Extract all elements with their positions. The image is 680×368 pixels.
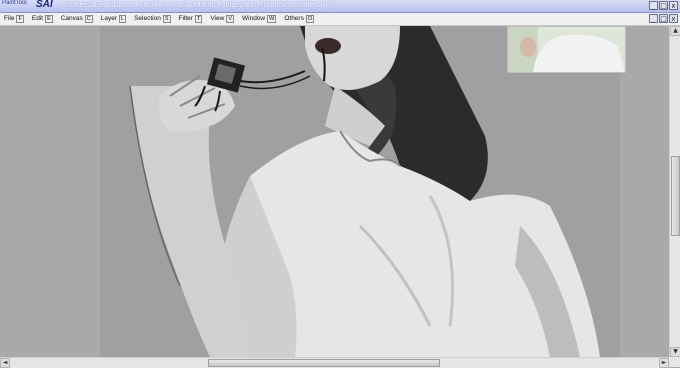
menu-others[interactable]: Others O — [280, 13, 318, 25]
horizontal-scroll-thumb[interactable] — [208, 359, 440, 367]
logo-small-text: PaintTool — [2, 0, 27, 6]
horizontal-scrollbar[interactable]: ◄ ► — [0, 357, 669, 368]
canvas-viewport[interactable] — [0, 26, 669, 357]
menu-selection[interactable]: Selection S — [130, 13, 174, 25]
menu-canvas[interactable]: Canvas C — [57, 13, 97, 25]
menu-edit[interactable]: Edit E — [28, 13, 57, 25]
app-logo: PaintTool SAI — [2, 0, 54, 11]
menu-filter[interactable]: Filter T — [175, 13, 207, 25]
menu-view[interactable]: View V — [206, 13, 238, 25]
minimize-button[interactable]: _ — [649, 1, 658, 10]
doc-close-button[interactable]: x — [669, 14, 678, 23]
menu-window[interactable]: Window W — [238, 13, 280, 25]
doc-minimize-button[interactable]: _ — [649, 14, 658, 23]
menu-layer[interactable]: Layer L — [97, 13, 130, 25]
logo-big-text: SAI — [36, 0, 53, 10]
scroll-corner — [669, 357, 680, 367]
maximize-button[interactable]: □ — [659, 1, 668, 10]
close-button[interactable]: x — [669, 1, 678, 10]
thumbnail-image — [508, 27, 625, 72]
document-controls: _ □ x — [649, 14, 678, 23]
window-title: C:\Users\Ocean\Documents\Homework\Art\Tr… — [62, 2, 334, 9]
artwork-illustration — [100, 26, 620, 357]
vertical-scroll-thumb[interactable] — [671, 156, 680, 236]
scroll-down-icon[interactable]: ▼ — [670, 347, 680, 357]
menu-bar: File F Edit E Canvas C Layer L Selection S Fi… — [0, 13, 680, 26]
reference-thumbnail[interactable] — [507, 26, 626, 73]
menu-file[interactable]: File F — [0, 13, 28, 25]
doc-maximize-button[interactable]: □ — [659, 14, 668, 23]
menu-list: File F Edit E Canvas C Layer L Selection S Fi… — [0, 13, 318, 25]
scroll-up-icon[interactable]: ▲ — [670, 26, 680, 36]
vertical-scrollbar[interactable]: ▲ ▼ — [669, 26, 680, 357]
title-bar: PaintTool SAI C:\Users\Ocean\Documents\H… — [0, 0, 680, 13]
window-controls: _ □ x — [649, 1, 678, 10]
drawing-canvas[interactable] — [100, 26, 620, 357]
